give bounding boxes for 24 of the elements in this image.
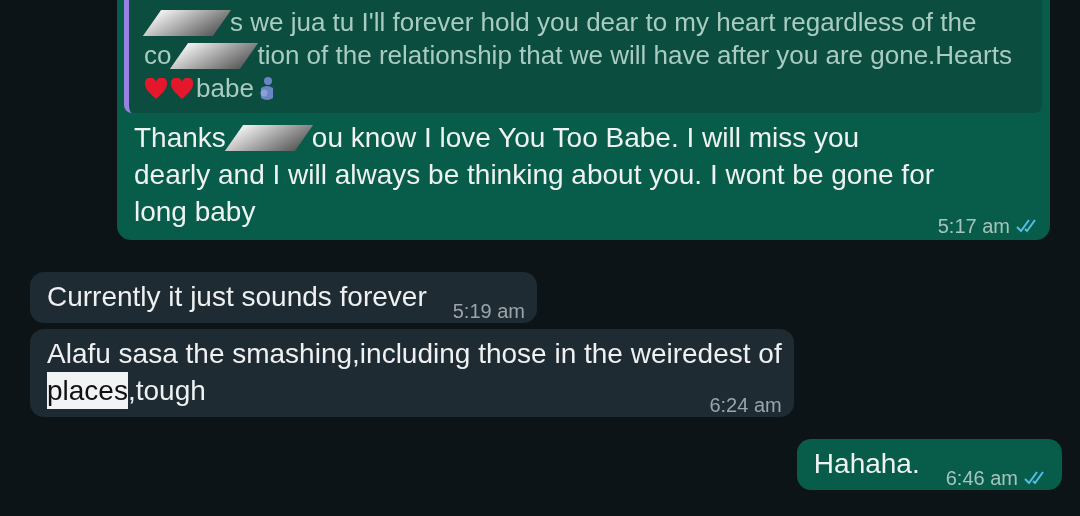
message-text: dearly and I will always be thinking about you. I wont be gone for [134,158,935,192]
message-time: 5:17 am [937,214,1010,238]
message-text: ou know I love You Too Babe. I will miss you [311,121,860,155]
heart-icon [144,77,168,100]
message-text: long baby [134,195,256,229]
sent-message-bubble[interactable]: Hahaha. 6:46 am [796,439,1062,490]
message-text: tion of the relationship that we will have after you are gone.Hearts [257,39,1012,72]
message-text: co [144,39,172,72]
message-text: Currently it just sounds forever [47,280,427,314]
received-message-bubble[interactable]: Currently it just sounds forever 5:19 am [30,272,537,323]
quoted-message[interactable]: s we jua tu I'll forever hold you dear to my heart regardless of the co tion of the relationship that we will have after you are gone.Hearts babe [124,0,1042,113]
message-text: babe [196,72,254,105]
heart-icon [170,77,194,100]
selected-text: places [47,372,128,409]
message-time: 6:46 am [945,466,1018,490]
message-time: 6:24 am [709,393,782,417]
sent-message-bubble[interactable] [117,0,1050,240]
received-message-bubble[interactable]: Alafu sasa the smashing,including those in the weiredest of places,tough 6:24 am [30,329,794,417]
message-time: 5:19 am [452,299,525,323]
message-text: s we jua tu I'll forever hold you dear to my heart regardless of the [230,6,977,39]
message-text: Hahaha. [813,447,920,481]
message-text: Alafu sasa the smashing,including those in the weiredest of [47,337,782,371]
message-text: Thanks [134,121,226,155]
message-text: ,tough [127,374,206,408]
